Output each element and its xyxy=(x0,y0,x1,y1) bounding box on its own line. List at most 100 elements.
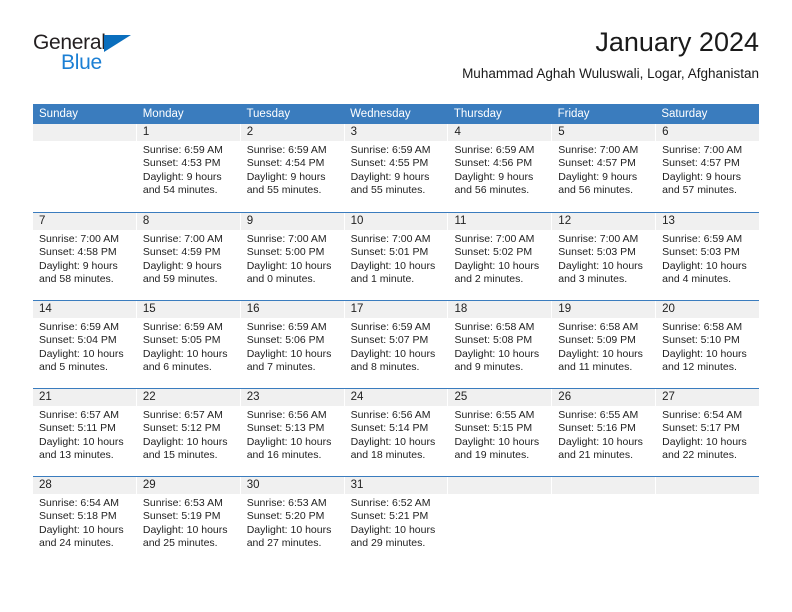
daylight-text: Daylight: 10 hours and 9 minutes. xyxy=(454,347,540,374)
day-number: 24 xyxy=(344,389,448,406)
day-info: Sunrise: 6:59 AM Sunset: 5:03 PM Daylight:… xyxy=(656,230,759,287)
daylight-text: Daylight: 10 hours and 6 minutes. xyxy=(142,347,228,374)
calendar-day-cell[interactable]: 9 Sunrise: 7:00 AM Sunset: 5:00 PM Daylight… xyxy=(240,213,345,300)
daylight-text: Daylight: 9 hours and 55 minutes. xyxy=(350,170,430,197)
day-info: Sunrise: 6:59 AM Sunset: 5:07 PM Daylight:… xyxy=(345,318,448,375)
calendar-day-cell[interactable]: 31 Sunrise: 6:52 AM Sunset: 5:21 PM Dayligh… xyxy=(344,477,449,564)
day-info: Sunrise: 6:59 AM Sunset: 4:55 PM Daylight:… xyxy=(345,141,448,198)
weekday-header-saturday: Saturday xyxy=(661,108,708,120)
weekday-header-friday: Friday xyxy=(557,108,590,120)
day-info: Sunrise: 6:54 AM Sunset: 5:17 PM Daylight:… xyxy=(656,406,759,463)
calendar-day-cell[interactable]: 19 Sunrise: 6:58 AM Sunset: 5:09 PM Dayligh… xyxy=(552,301,657,388)
day-info: Sunrise: 6:57 AM Sunset: 5:11 PM Daylight:… xyxy=(33,406,136,463)
sunset-text: Sunset: 4:55 PM xyxy=(350,157,429,170)
sunset-text: Sunset: 5:03 PM xyxy=(662,246,740,259)
calendar-day-cell[interactable]: 1 Sunrise: 6:59 AM Sunset: 4:53 PM Daylight… xyxy=(136,124,241,212)
daylight-text: Daylight: 9 hours and 59 minutes. xyxy=(142,259,222,286)
calendar-day-cell[interactable]: 18 Sunrise: 6:58 AM Sunset: 5:08 PM Dayligh… xyxy=(448,301,553,388)
sunrise-text: Sunrise: 6:59 AM xyxy=(246,321,327,333)
calendar-day-cell[interactable]: 8 Sunrise: 7:00 AM Sunset: 4:59 PM Daylight… xyxy=(136,213,241,300)
calendar-day-cell[interactable]: 10 Sunrise: 7:00 AM Sunset: 5:01 PM Dayligh… xyxy=(344,213,449,300)
daylight-text: Daylight: 9 hours and 56 minutes. xyxy=(558,170,638,197)
day-info: Sunrise: 6:59 AM Sunset: 5:06 PM Daylight:… xyxy=(241,318,344,375)
calendar-day-cell[interactable]: 11 Sunrise: 7:00 AM Sunset: 5:02 PM Dayligh… xyxy=(448,213,553,300)
sunset-text: Sunset: 5:04 PM xyxy=(39,334,117,347)
calendar-day-cell[interactable]: 6 Sunrise: 7:00 AM Sunset: 4:57 PM Daylight… xyxy=(656,124,760,212)
day-number: 28 xyxy=(33,477,136,494)
sunrise-text: Sunrise: 6:59 AM xyxy=(350,321,431,333)
sunrise-text: Sunrise: 6:59 AM xyxy=(350,144,431,156)
sunrise-text: Sunrise: 6:59 AM xyxy=(142,144,223,156)
calendar-day-cell[interactable]: 26 Sunrise: 6:55 AM Sunset: 5:16 PM Dayligh… xyxy=(552,389,657,476)
sunrise-text: Sunrise: 6:52 AM xyxy=(350,497,431,509)
day-number: 16 xyxy=(240,301,344,318)
calendar-day-cell[interactable]: 2 Sunrise: 6:59 AM Sunset: 4:54 PM Daylight… xyxy=(240,124,345,212)
daylight-text: Daylight: 10 hours and 15 minutes. xyxy=(142,435,228,462)
sunrise-text: Sunrise: 7:00 AM xyxy=(558,233,639,245)
day-number: 5 xyxy=(552,124,656,141)
calendar-day-cell[interactable]: 4 Sunrise: 6:59 AM Sunset: 4:56 PM Daylight… xyxy=(448,124,553,212)
calendar-day-cell[interactable]: 23 Sunrise: 6:56 AM Sunset: 5:13 PM Dayligh… xyxy=(240,389,345,476)
sunrise-text: Sunrise: 7:00 AM xyxy=(662,144,743,156)
calendar-day-cell[interactable]: 12 Sunrise: 7:00 AM Sunset: 5:03 PM Dayligh… xyxy=(552,213,657,300)
sunrise-text: Sunrise: 6:57 AM xyxy=(39,409,119,421)
brand-name-blue: Blue xyxy=(61,51,102,74)
calendar-day-cell[interactable]: 7 Sunrise: 7:00 AM Sunset: 4:58 PM Daylight… xyxy=(33,213,137,300)
sunrise-text: Sunrise: 7:00 AM xyxy=(558,144,639,156)
day-info: Sunrise: 6:59 AM Sunset: 4:56 PM Daylight:… xyxy=(448,141,551,198)
day-info: Sunrise: 6:58 AM Sunset: 5:08 PM Daylight:… xyxy=(448,318,551,375)
calendar-day-cell[interactable]: 22 Sunrise: 6:57 AM Sunset: 5:12 PM Dayligh… xyxy=(136,389,241,476)
day-info: Sunrise: 6:56 AM Sunset: 5:13 PM Daylight:… xyxy=(241,406,344,463)
day-info: Sunrise: 6:59 AM Sunset: 5:04 PM Daylight:… xyxy=(33,318,136,375)
calendar-day-cell[interactable]: 15 Sunrise: 6:59 AM Sunset: 5:05 PM Dayligh… xyxy=(136,301,241,388)
daylight-text: Daylight: 10 hours and 18 minutes. xyxy=(350,435,436,462)
sunrise-text: Sunrise: 6:59 AM xyxy=(662,233,743,245)
calendar-day-cell[interactable]: 21 Sunrise: 6:57 AM Sunset: 5:11 PM Dayligh… xyxy=(33,389,137,476)
calendar-day-cell[interactable]: 5 Sunrise: 7:00 AM Sunset: 4:57 PM Daylight… xyxy=(552,124,657,212)
calendar-day-cell[interactable]: 29 Sunrise: 6:53 AM Sunset: 5:19 PM Dayligh… xyxy=(136,477,241,564)
sunset-text: Sunset: 5:21 PM xyxy=(350,510,429,523)
brand-logo[interactable]: General Blue xyxy=(33,32,148,80)
calendar-day-cell[interactable]: 3 Sunrise: 6:59 AM Sunset: 4:55 PM Daylight… xyxy=(344,124,449,212)
daylight-text: Daylight: 10 hours and 0 minutes. xyxy=(246,259,332,286)
daylight-text: Daylight: 10 hours and 16 minutes. xyxy=(246,435,332,462)
calendar-day-cell[interactable]: 17 Sunrise: 6:59 AM Sunset: 5:07 PM Dayligh… xyxy=(344,301,449,388)
day-number: 8 xyxy=(136,213,240,230)
day-info: Sunrise: 7:00 AM Sunset: 5:02 PM Daylight:… xyxy=(448,230,551,287)
sunrise-text: Sunrise: 7:00 AM xyxy=(39,233,119,245)
calendar-week-row: 21 Sunrise: 6:57 AM Sunset: 5:11 PM Dayligh… xyxy=(33,388,760,476)
daylight-text: Daylight: 10 hours and 22 minutes. xyxy=(662,435,747,462)
calendar-week-row: 1 Sunrise: 6:59 AM Sunset: 4:53 PM Daylight… xyxy=(33,124,760,212)
sunset-text: Sunset: 5:20 PM xyxy=(246,510,325,523)
day-number: 27 xyxy=(656,389,760,406)
daylight-text: Daylight: 9 hours and 57 minutes. xyxy=(662,170,741,197)
day-number xyxy=(656,477,760,494)
calendar-week-row: 14 Sunrise: 6:59 AM Sunset: 5:04 PM Dayligh… xyxy=(33,300,760,388)
calendar-day-cell[interactable]: 24 Sunrise: 6:56 AM Sunset: 5:14 PM Dayligh… xyxy=(344,389,449,476)
day-info: Sunrise: 6:58 AM Sunset: 5:09 PM Daylight:… xyxy=(552,318,655,375)
day-number: 23 xyxy=(240,389,344,406)
sunset-text: Sunset: 4:54 PM xyxy=(246,157,325,170)
calendar-day-cell[interactable]: 14 Sunrise: 6:59 AM Sunset: 5:04 PM Dayligh… xyxy=(33,301,137,388)
calendar-page: General Blue January 2024 Muhammad Aghah… xyxy=(0,0,792,612)
sunset-text: Sunset: 4:59 PM xyxy=(142,246,221,259)
day-number: 6 xyxy=(656,124,760,141)
calendar-day-cell[interactable]: 20 Sunrise: 6:58 AM Sunset: 5:10 PM Dayligh… xyxy=(656,301,760,388)
day-info: Sunrise: 6:56 AM Sunset: 5:14 PM Daylight:… xyxy=(345,406,448,463)
day-info: Sunrise: 6:52 AM Sunset: 5:21 PM Daylight:… xyxy=(345,494,448,551)
day-number xyxy=(552,477,656,494)
daylight-text: Daylight: 9 hours and 54 minutes. xyxy=(142,170,222,197)
day-number: 25 xyxy=(448,389,552,406)
calendar-day-cell[interactable]: 25 Sunrise: 6:55 AM Sunset: 5:15 PM Dayligh… xyxy=(448,389,553,476)
calendar-grid: Sunday Monday Tuesday Wednesday Thursday Frid… xyxy=(33,104,760,564)
calendar-day-cell[interactable]: 30 Sunrise: 6:53 AM Sunset: 5:20 PM Dayligh… xyxy=(240,477,345,564)
calendar-day-cell[interactable]: 13 Sunrise: 6:59 AM Sunset: 5:03 PM Dayligh… xyxy=(656,213,760,300)
calendar-day-cell[interactable]: 28 Sunrise: 6:54 AM Sunset: 5:18 PM Dayligh… xyxy=(33,477,137,564)
calendar-day-cell[interactable]: 27 Sunrise: 6:54 AM Sunset: 5:17 PM Dayligh… xyxy=(656,389,760,476)
sunrise-text: Sunrise: 6:55 AM xyxy=(454,409,535,421)
weekday-header-row: Sunday Monday Tuesday Wednesday Thursday Frid… xyxy=(33,104,759,124)
calendar-day-cell[interactable]: 16 Sunrise: 6:59 AM Sunset: 5:06 PM Dayligh… xyxy=(240,301,345,388)
day-info: Sunrise: 6:55 AM Sunset: 5:16 PM Daylight:… xyxy=(552,406,655,463)
brand-triangle-icon xyxy=(104,35,131,52)
daylight-text: Daylight: 9 hours and 58 minutes. xyxy=(39,259,118,286)
